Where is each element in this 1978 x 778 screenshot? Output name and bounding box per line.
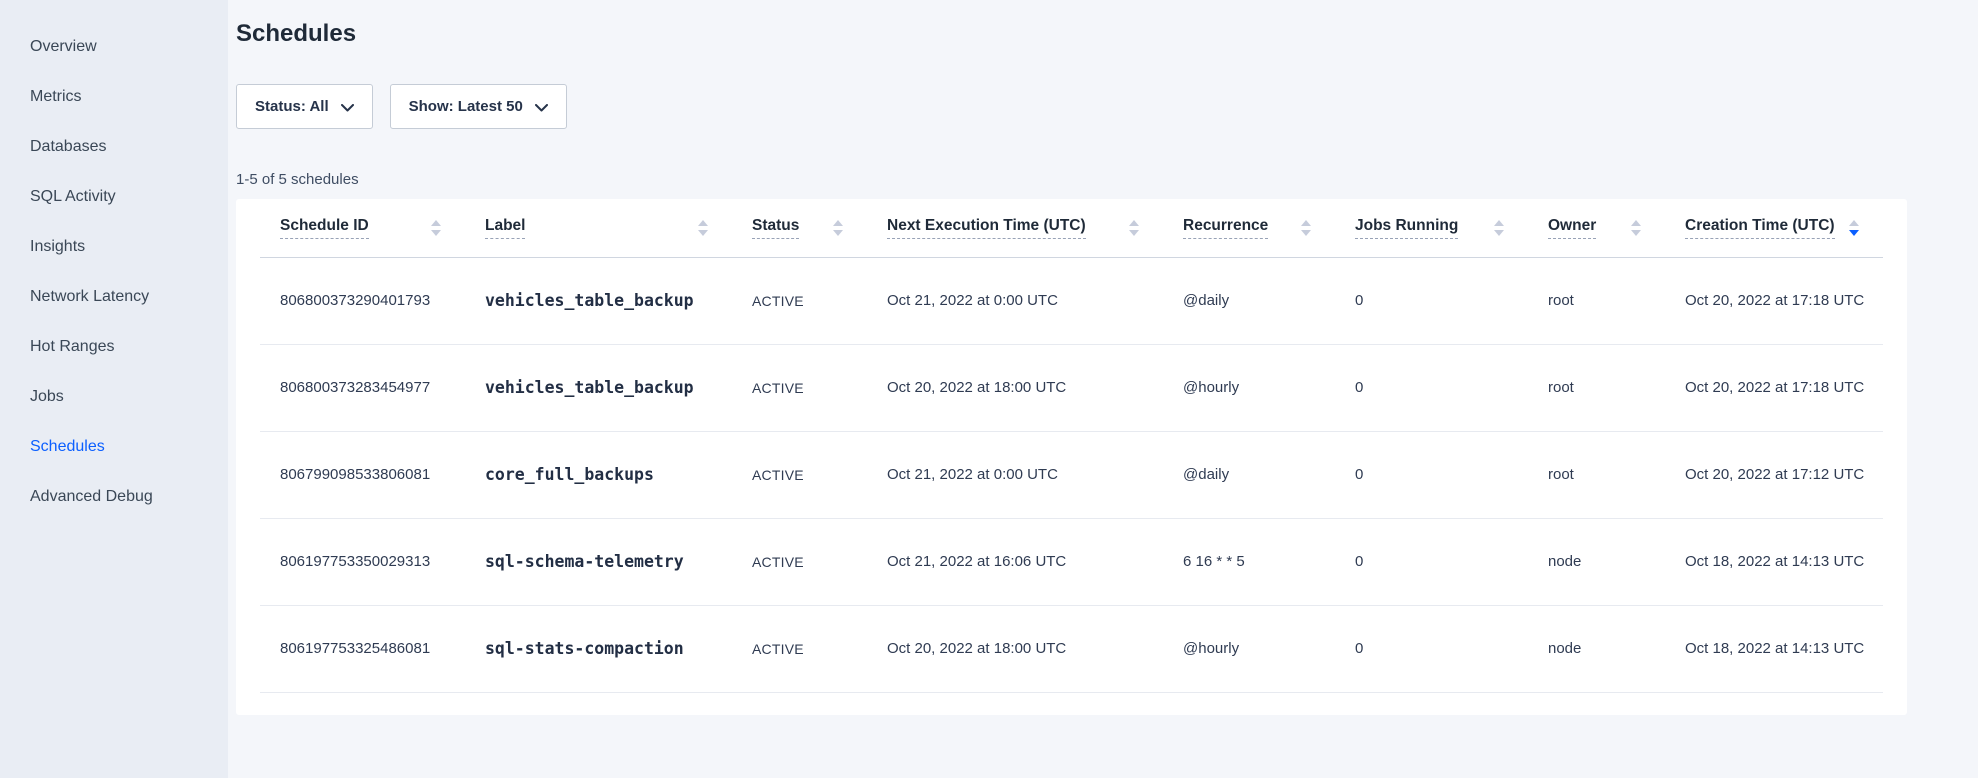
filters-bar: Status: All Show: Latest 50 bbox=[236, 84, 1978, 129]
sidebar-item-metrics[interactable]: Metrics bbox=[0, 72, 228, 122]
column-header-creation-time-utc[interactable]: Creation Time (UTC) bbox=[1665, 199, 1883, 257]
cell-jobs_running: 0 bbox=[1335, 257, 1528, 344]
sidebar-item-databases[interactable]: Databases bbox=[0, 122, 228, 172]
column-header-label[interactable]: Label bbox=[465, 199, 732, 257]
chevron-down-icon bbox=[341, 104, 354, 112]
cell-creation_time: Oct 20, 2022 at 17:18 UTC bbox=[1665, 344, 1883, 431]
status-filter-label: Status: All bbox=[255, 98, 329, 115]
sort-arrows-icon[interactable] bbox=[1849, 220, 1859, 236]
show-filter-label: Show: Latest 50 bbox=[409, 98, 523, 115]
cell-label: core_full_backups bbox=[465, 431, 732, 518]
table-body: 806800373290401793vehicles_table_backupA… bbox=[260, 257, 1883, 692]
cell-schedule_id: 806799098533806081 bbox=[260, 431, 465, 518]
sidebar-item-jobs[interactable]: Jobs bbox=[0, 372, 228, 422]
column-label: Label bbox=[485, 217, 525, 239]
sidebar-item-network-latency[interactable]: Network Latency bbox=[0, 272, 228, 322]
cell-status: ACTIVE bbox=[732, 431, 867, 518]
cell-recurrence: 6 16 * * 5 bbox=[1163, 518, 1335, 605]
table-row: 806800373290401793vehicles_table_backupA… bbox=[260, 257, 1883, 344]
sort-arrows-icon[interactable] bbox=[833, 220, 843, 236]
column-label: Creation Time (UTC) bbox=[1685, 217, 1835, 239]
cell-schedule_id: 806800373283454977 bbox=[260, 344, 465, 431]
column-label: Recurrence bbox=[1183, 217, 1268, 239]
cell-creation_time: Oct 18, 2022 at 14:13 UTC bbox=[1665, 518, 1883, 605]
table-header-row: Schedule ID Label Status Next Execution Tim… bbox=[260, 199, 1883, 257]
column-header-status[interactable]: Status bbox=[732, 199, 867, 257]
sort-arrows-icon[interactable] bbox=[1494, 220, 1504, 236]
show-filter-dropdown[interactable]: Show: Latest 50 bbox=[390, 84, 567, 129]
cell-creation_time: Oct 20, 2022 at 17:18 UTC bbox=[1665, 257, 1883, 344]
sort-arrows-icon[interactable] bbox=[1301, 220, 1311, 236]
cell-label: vehicles_table_backup bbox=[465, 257, 732, 344]
cell-status: ACTIVE bbox=[732, 257, 867, 344]
cell-status: ACTIVE bbox=[732, 344, 867, 431]
cell-owner: root bbox=[1528, 344, 1665, 431]
column-label: Status bbox=[752, 217, 799, 239]
column-label: Owner bbox=[1548, 217, 1596, 239]
table-row: 806197753325486081sql-stats-compactionAC… bbox=[260, 605, 1883, 692]
cell-schedule_id: 806800373290401793 bbox=[260, 257, 465, 344]
sidebar: OverviewMetricsDatabasesSQL ActivityInsi… bbox=[0, 0, 228, 778]
cell-owner: root bbox=[1528, 257, 1665, 344]
cell-label: vehicles_table_backup bbox=[465, 344, 732, 431]
cell-creation_time: Oct 18, 2022 at 14:13 UTC bbox=[1665, 605, 1883, 692]
cell-label: sql-schema-telemetry bbox=[465, 518, 732, 605]
sidebar-item-sql-activity[interactable]: SQL Activity bbox=[0, 172, 228, 222]
table-row: 806799098533806081core_full_backupsACTIV… bbox=[260, 431, 1883, 518]
column-header-schedule-id[interactable]: Schedule ID bbox=[260, 199, 465, 257]
cell-recurrence: @hourly bbox=[1163, 605, 1335, 692]
sort-arrows-icon[interactable] bbox=[698, 220, 708, 236]
sort-arrows-icon[interactable] bbox=[1631, 220, 1641, 236]
cell-status: ACTIVE bbox=[732, 518, 867, 605]
column-header-owner[interactable]: Owner bbox=[1528, 199, 1665, 257]
cell-jobs_running: 0 bbox=[1335, 605, 1528, 692]
schedules-table-card: Schedule ID Label Status Next Execution Tim… bbox=[236, 199, 1907, 715]
page-title: Schedules bbox=[236, 20, 1978, 48]
cell-jobs_running: 0 bbox=[1335, 431, 1528, 518]
cell-next_execution: Oct 21, 2022 at 0:00 UTC bbox=[867, 431, 1163, 518]
cell-label: sql-stats-compaction bbox=[465, 605, 732, 692]
cell-jobs_running: 0 bbox=[1335, 344, 1528, 431]
cell-schedule_id: 806197753350029313 bbox=[260, 518, 465, 605]
sidebar-nav: OverviewMetricsDatabasesSQL ActivityInsi… bbox=[0, 22, 228, 522]
schedules-table: Schedule ID Label Status Next Execution Tim… bbox=[260, 199, 1883, 693]
cell-owner: node bbox=[1528, 518, 1665, 605]
cell-next_execution: Oct 20, 2022 at 18:00 UTC bbox=[867, 605, 1163, 692]
table-row: 806197753350029313sql-schema-telemetryAC… bbox=[260, 518, 1883, 605]
sidebar-item-insights[interactable]: Insights bbox=[0, 222, 228, 272]
cell-owner: root bbox=[1528, 431, 1665, 518]
results-count: 1-5 of 5 schedules bbox=[236, 171, 1978, 188]
sidebar-item-overview[interactable]: Overview bbox=[0, 22, 228, 72]
column-header-recurrence[interactable]: Recurrence bbox=[1163, 199, 1335, 257]
cell-jobs_running: 0 bbox=[1335, 518, 1528, 605]
cell-next_execution: Oct 21, 2022 at 0:00 UTC bbox=[867, 257, 1163, 344]
sort-arrows-icon[interactable] bbox=[431, 220, 441, 236]
chevron-down-icon bbox=[535, 104, 548, 112]
sidebar-item-advanced-debug[interactable]: Advanced Debug bbox=[0, 472, 228, 522]
column-label: Next Execution Time (UTC) bbox=[887, 217, 1086, 239]
sidebar-item-hot-ranges[interactable]: Hot Ranges bbox=[0, 322, 228, 372]
main-content: Schedules Status: All Show: Latest 50 1-… bbox=[228, 0, 1978, 778]
cell-schedule_id: 806197753325486081 bbox=[260, 605, 465, 692]
table-row: 806800373283454977vehicles_table_backupA… bbox=[260, 344, 1883, 431]
sidebar-item-schedules[interactable]: Schedules bbox=[0, 422, 228, 472]
cell-recurrence: @daily bbox=[1163, 431, 1335, 518]
status-filter-dropdown[interactable]: Status: All bbox=[236, 84, 373, 129]
cell-creation_time: Oct 20, 2022 at 17:12 UTC bbox=[1665, 431, 1883, 518]
sort-arrows-icon[interactable] bbox=[1129, 220, 1139, 236]
cell-next_execution: Oct 20, 2022 at 18:00 UTC bbox=[867, 344, 1163, 431]
column-header-jobs-running[interactable]: Jobs Running bbox=[1335, 199, 1528, 257]
cell-recurrence: @daily bbox=[1163, 257, 1335, 344]
column-label: Jobs Running bbox=[1355, 217, 1458, 239]
column-header-next-execution-time-utc[interactable]: Next Execution Time (UTC) bbox=[867, 199, 1163, 257]
cell-owner: node bbox=[1528, 605, 1665, 692]
cell-status: ACTIVE bbox=[732, 605, 867, 692]
column-label: Schedule ID bbox=[280, 217, 369, 239]
cell-next_execution: Oct 21, 2022 at 16:06 UTC bbox=[867, 518, 1163, 605]
cell-recurrence: @hourly bbox=[1163, 344, 1335, 431]
